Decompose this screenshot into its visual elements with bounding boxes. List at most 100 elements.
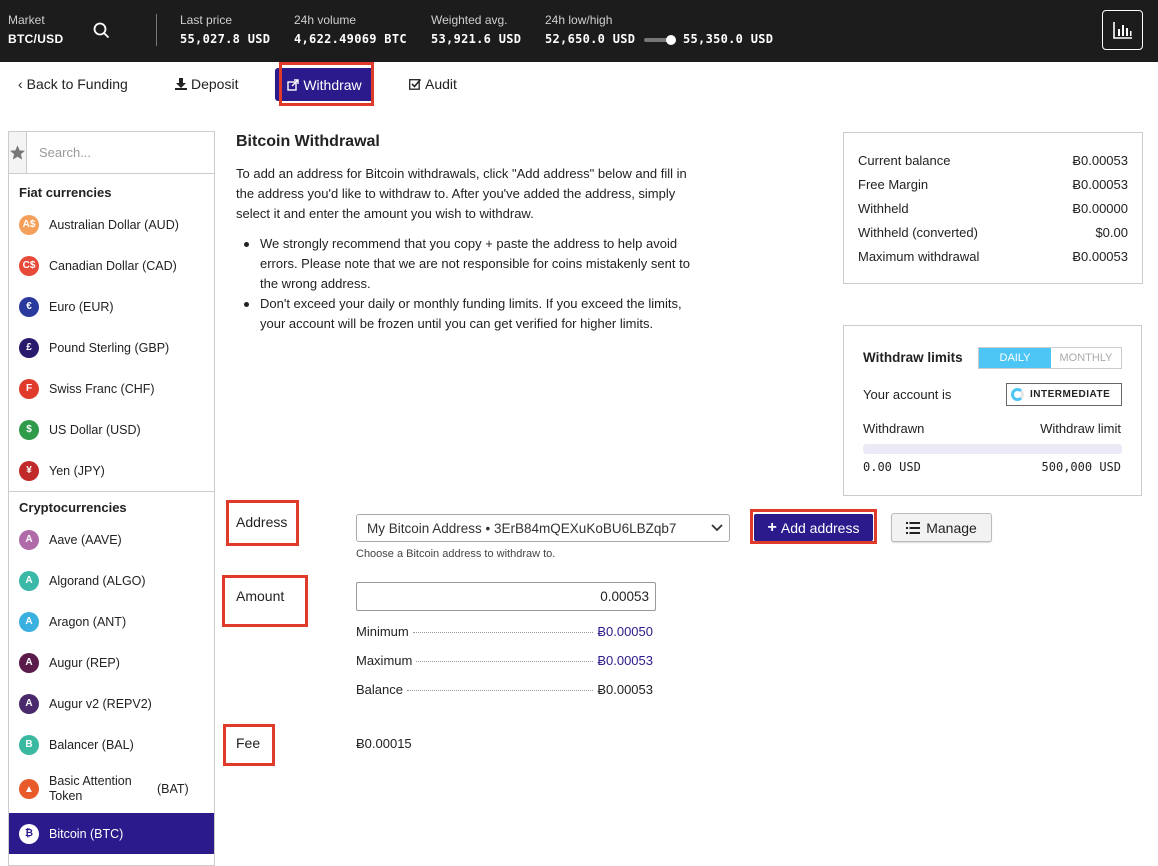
balance-row-label: Free Margin <box>858 177 929 192</box>
add-address-button[interactable]: + Add address <box>754 514 873 541</box>
withdraw-tab[interactable]: Withdraw <box>275 68 374 101</box>
currency-label: Aave (AAVE) <box>49 532 122 547</box>
volume-value: 4,622.49069 BTC <box>294 32 407 46</box>
address-help-text: Choose a Bitcoin address to withdraw to. <box>356 548 556 560</box>
currency-coin-icon: A$ <box>19 214 39 235</box>
back-to-funding-link[interactable]: ‹ Back to Funding <box>18 76 128 92</box>
balance-row: Current balance Ƀ0.00053 <box>858 153 1128 177</box>
maximum-row: Maximum Ƀ0.00053 <box>356 653 653 668</box>
withdraw-limit-value: 500,000 USD <box>1041 460 1121 474</box>
add-address-label: Add address <box>780 519 860 536</box>
last-price-value: 55,027.8 USD <box>180 32 271 46</box>
search-icon[interactable] <box>93 22 110 42</box>
balance-row: Free Margin Ƀ0.00053 <box>858 177 1128 201</box>
withdraw-label: Withdraw <box>303 76 362 93</box>
crypto-list: A Aave (AAVE) A Algorand (ALGO) A Aragon (ANT… <box>9 519 214 765</box>
weighted-avg-value: 53,921.6 USD <box>431 32 522 46</box>
amount-input[interactable]: 0.00053 <box>356 582 656 611</box>
market-header: Market BTC/USD Last price 55,027.8 USD 2… <box>0 0 1158 62</box>
crypto-heading: Cryptocurrencies <box>19 500 127 515</box>
download-icon <box>175 78 187 90</box>
minimum-row: Minimum Ƀ0.00050 <box>356 624 653 639</box>
balance-row: Withheld (converted) $0.00 <box>858 225 1128 249</box>
list-icon <box>906 521 921 534</box>
chart-icon[interactable] <box>1102 10 1143 50</box>
tier-name: INTERMEDIATE <box>1030 389 1111 400</box>
sidebar-fiat-item[interactable]: $ US Dollar (USD) <box>9 409 214 450</box>
balance-row-label: Maximum withdrawal <box>858 249 980 264</box>
progress-ring-icon <box>1011 388 1024 401</box>
currency-label: Yen (JPY) <box>49 463 105 478</box>
search-input[interactable] <box>27 132 214 173</box>
intro-text: To add an address for Bitcoin withdrawal… <box>236 166 687 221</box>
limit-progress-bar <box>863 444 1122 454</box>
balance-row: Withheld Ƀ0.00000 <box>858 201 1128 225</box>
sidebar-crypto-item[interactable]: A Augur (REP) <box>9 642 214 683</box>
maximum-label: Maximum <box>356 653 413 668</box>
market-pair[interactable]: BTC/USD <box>8 32 63 46</box>
withdraw-limits-panel: Withdraw limits DAILY MONTHLY Your accou… <box>843 325 1142 496</box>
sidebar-fiat-item[interactable]: C$ Canadian Dollar (CAD) <box>9 245 214 286</box>
currency-coin-icon: C$ <box>19 255 39 276</box>
currency-coin-icon: A <box>19 570 39 591</box>
balance-row-label: Current balance <box>858 153 951 168</box>
fee-label: Fee <box>236 735 261 751</box>
currency-coin-icon: £ <box>19 337 39 358</box>
currency-coin-icon: A <box>19 693 39 714</box>
currency-label: Canadian Dollar (CAD) <box>49 258 177 273</box>
currency-label: Swiss Franc (CHF) <box>49 381 155 396</box>
address-label: Address <box>236 514 288 530</box>
star-icon[interactable] <box>9 132 27 173</box>
low-high-label: 24h low/high <box>545 13 613 27</box>
sidebar-fiat-item[interactable]: A$ Australian Dollar (AUD) <box>9 204 214 245</box>
minimum-value-link[interactable]: Ƀ0.00050 <box>597 624 653 639</box>
monthly-toggle[interactable]: MONTHLY <box>1051 348 1121 368</box>
address-selected-value: My Bitcoin Address • 3ErB84mQEXuKoBU6LBZ… <box>367 520 677 536</box>
limits-title: Withdraw limits <box>863 350 963 365</box>
balance-row-value: Ƀ0.00000 <box>1072 201 1128 216</box>
deposit-tab[interactable]: Deposit <box>175 76 238 92</box>
manage-button[interactable]: Manage <box>891 513 992 542</box>
bat-code: (BAT) <box>157 782 189 796</box>
tier-badge[interactable]: INTERMEDIATE <box>1006 383 1122 406</box>
currency-coin-icon: F <box>19 378 39 399</box>
bat-name: Basic Attention Token <box>49 774 132 803</box>
audit-tab[interactable]: Audit <box>409 76 457 92</box>
balance-row-label: Withheld <box>858 201 909 216</box>
daily-toggle[interactable]: DAILY <box>979 348 1051 368</box>
withdrawn-value: 0.00 USD <box>863 460 921 474</box>
sidebar-crypto-item[interactable]: B Balancer (BAL) <box>9 724 214 765</box>
sidebar-item-btc[interactable]: ₿ Bitcoin (BTC) <box>9 813 214 854</box>
currency-label: US Dollar (USD) <box>49 422 141 437</box>
audit-label: Audit <box>425 76 457 92</box>
sidebar-crypto-item[interactable]: A Augur v2 (REPV2) <box>9 683 214 724</box>
currency-sidebar: Fiat currencies A$Australian Dollar (AUD… <box>8 131 215 866</box>
address-select[interactable]: My Bitcoin Address • 3ErB84mQEXuKoBU6LBZ… <box>356 514 730 542</box>
currency-coin-icon: ¥ <box>19 460 39 481</box>
balance-value: Ƀ0.00053 <box>597 682 653 697</box>
sidebar-crypto-item[interactable]: A Aave (AAVE) <box>9 519 214 560</box>
currency-coin-icon: B <box>19 734 39 755</box>
balance-row-value: Ƀ0.00053 <box>1072 153 1128 168</box>
balance-label: Balance <box>356 682 403 697</box>
maximum-value-link[interactable]: Ƀ0.00053 <box>597 653 653 668</box>
sidebar-fiat-item[interactable]: ¥ Yen (JPY) <box>9 450 214 491</box>
sidebar-fiat-item[interactable]: £ Pound Sterling (GBP) <box>9 327 214 368</box>
last-price-label: Last price <box>180 13 233 27</box>
sidebar-fiat-item[interactable]: € Euro (EUR) <box>9 286 214 327</box>
currency-coin-icon: A <box>19 652 39 673</box>
low-value: 52,650.0 USD <box>545 32 636 46</box>
sidebar-crypto-item[interactable]: A Algorand (ALGO) <box>9 560 214 601</box>
sidebar-item-bat[interactable]: ▲ Basic Attention Token (BAT) <box>9 765 214 813</box>
currency-coin-icon: A <box>19 611 39 632</box>
withdraw-limit-label: Withdraw limit <box>1040 421 1121 436</box>
notes-list: We strongly recommend that you copy + pa… <box>244 234 694 334</box>
sidebar-crypto-item[interactable]: A Aragon (ANT) <box>9 601 214 642</box>
balance-row: Maximum withdrawal Ƀ0.00053 <box>858 249 1128 273</box>
period-toggle: DAILY MONTHLY <box>978 347 1122 369</box>
currency-label: Balancer (BAL) <box>49 737 134 752</box>
btc-label: Bitcoin (BTC) <box>49 826 124 841</box>
fiat-heading: Fiat currencies <box>19 185 112 200</box>
sidebar-fiat-item[interactable]: F Swiss Franc (CHF) <box>9 368 214 409</box>
balance-row-value: Ƀ0.00053 <box>1072 177 1128 192</box>
